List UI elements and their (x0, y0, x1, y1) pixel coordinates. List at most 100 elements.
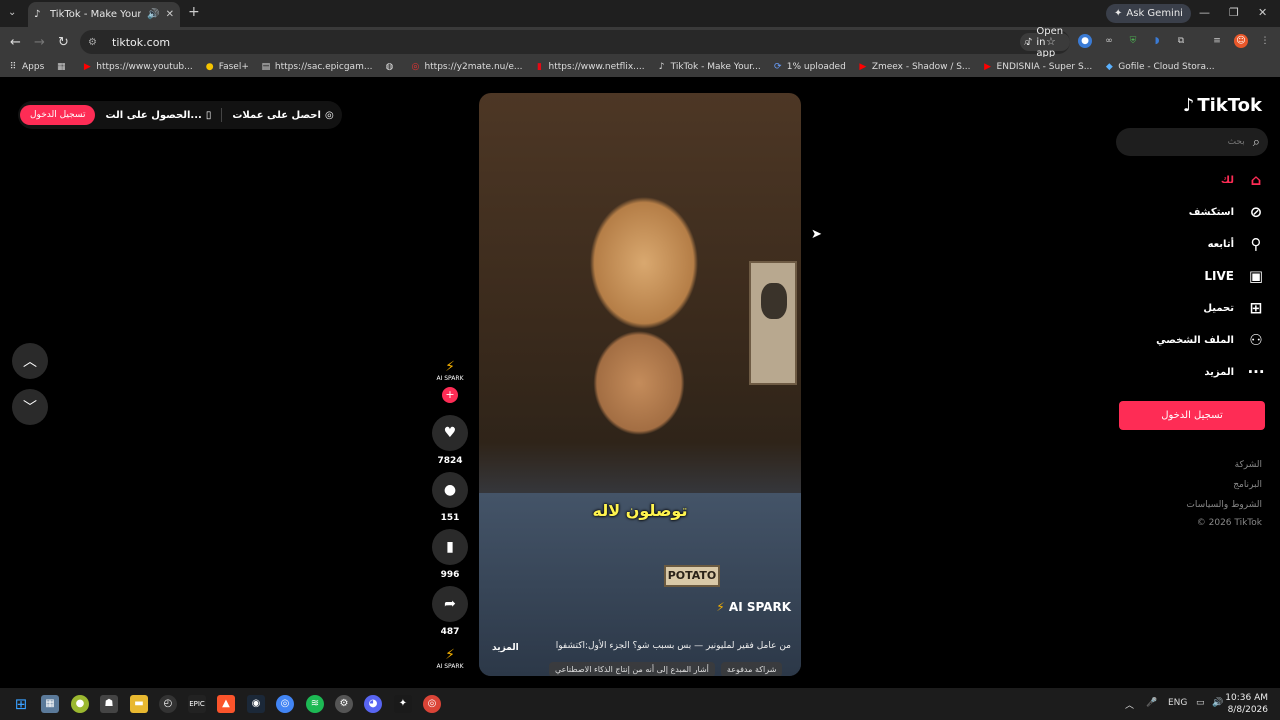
extension-2-icon[interactable]: ∞ (1102, 34, 1116, 48)
bookmarks-bar: ⠿ Apps ▦ ▶ https://www.youtub... ● Fasel+ ▤… (0, 57, 1280, 77)
bookmark-item[interactable]: ◍ (384, 62, 398, 72)
microphone-icon[interactable]: 🎤 (1146, 698, 1157, 708)
tab-search-icon[interactable]: ⌄ (8, 7, 16, 18)
chrome-icon[interactable]: ◎ (276, 695, 294, 713)
netflix-icon: ▮ (537, 62, 542, 72)
share-button[interactable]: ➦ 487 (432, 586, 468, 637)
profile-icon: ⚇ (1249, 331, 1263, 349)
video-author[interactable]: ⚡ AI SPARK (716, 600, 791, 614)
bookmark-item[interactable]: ♪ TikTok - Make Your... (657, 62, 761, 72)
clock-app-icon[interactable]: ◴ (159, 695, 177, 713)
game-icon[interactable]: ☗ (100, 695, 118, 713)
apps-grid-icon: ⠿ (9, 62, 17, 72)
bookmark-item[interactable]: ◎ https://y2mate.nu/e... (410, 62, 523, 72)
bookmark-item[interactable]: ⠿ Apps (8, 62, 45, 72)
footer-terms-link[interactable]: الشروط والسياسات (1186, 500, 1262, 510)
forward-icon[interactable]: → (34, 35, 45, 50)
tiktok-logo[interactable]: ♪ TikTok (1183, 95, 1262, 116)
next-video-button[interactable]: ﹀ (12, 389, 48, 425)
follow-plus-button[interactable]: + (442, 387, 458, 403)
game-icon[interactable]: ✦ (394, 695, 412, 713)
bookmark-item[interactable]: ▶ https://www.youtub... (82, 62, 193, 72)
search-input[interactable]: بحث ⌕ (1116, 128, 1268, 156)
reload-icon[interactable]: ↻ (58, 35, 69, 50)
epic-games-icon[interactable]: EPIC (188, 695, 206, 713)
previous-video-button[interactable]: ︿ (12, 343, 48, 379)
chrome-icon[interactable]: ◎ (423, 695, 441, 713)
windows-start-icon[interactable]: ⊞ (12, 695, 30, 713)
sidebar-item-more[interactable]: المزيد ··· (1204, 363, 1266, 381)
zoom-icon[interactable]: ⌕ (1024, 35, 1030, 49)
app-icon[interactable]: ● (71, 695, 89, 713)
bookmark-item[interactable]: ▶ ENDISNIA - Super S... (983, 62, 1092, 72)
sidebar-item-for-you[interactable]: لك ⌂ (1221, 171, 1266, 189)
footer-company-link[interactable]: الشركة (1235, 460, 1262, 470)
bookmark-label: Apps (22, 62, 45, 72)
bookmark-star-icon[interactable]: ☆ (1046, 35, 1056, 48)
taskbar-clock[interactable]: 10:36 AM 8/8/2026 (1225, 692, 1268, 716)
sidebar-item-explore[interactable]: استكشف ⊘ (1189, 203, 1266, 221)
bookmark-item[interactable]: ▮ https://www.netflix.... (535, 62, 645, 72)
discord-icon[interactable]: ◕ (364, 695, 382, 713)
get-coins-label: احصل على عملات (232, 109, 321, 121)
close-tab-icon[interactable]: ✕ (166, 9, 174, 20)
ai-generated-tag[interactable]: أشار المبدع إلى أنه من إنتاج الذكاء الاص… (549, 662, 715, 676)
app-icon[interactable]: ⚙ (335, 695, 353, 713)
bookmark-item[interactable]: ▦ (56, 62, 70, 72)
top-action-bar: تسجيل الدخول الحصول على الت... ▯ احصل على… (18, 101, 342, 129)
comment-button[interactable]: ● 151 (432, 472, 468, 523)
get-app-button[interactable]: الحصول على الت... ▯ (105, 110, 211, 121)
restore-icon[interactable]: ❐ (1229, 6, 1239, 19)
divider (221, 108, 223, 122)
brave-icon[interactable]: ▲ (217, 695, 235, 713)
sidebar-item-following[interactable]: أتابعه ⚲ (1208, 235, 1266, 253)
extensions-puzzle-icon[interactable]: ⧉ (1174, 34, 1188, 48)
spotify-icon[interactable]: ≋ (306, 695, 324, 713)
sound-disc[interactable]: ⚡ AI SPARK (434, 647, 466, 679)
gofile-icon: ◆ (1105, 62, 1113, 72)
bookmark-item[interactable]: ⟳ 1% uploaded (773, 62, 846, 72)
browser-menu-icon[interactable]: ⋮ (1258, 34, 1272, 48)
ask-gemini-button[interactable]: ✦ Ask Gemini (1106, 4, 1191, 23)
get-coins-button[interactable]: احصل على عملات ◎ (232, 110, 333, 121)
file-explorer-icon[interactable]: ▬ (130, 695, 148, 713)
extension-1-icon[interactable]: ● (1078, 34, 1092, 48)
caption-more-link[interactable]: المزيد (492, 643, 519, 653)
steam-icon[interactable]: ◉ (247, 695, 265, 713)
volume-icon[interactable]: 🔊 (1212, 698, 1223, 708)
avatar[interactable]: ☺ (1234, 34, 1248, 48)
bookmark-item[interactable]: ▤ https://sac.epicgam... (261, 62, 373, 72)
sidebar-login-button[interactable]: تسجيل الدخول (1119, 401, 1265, 430)
close-window-icon[interactable]: ✕ (1258, 6, 1267, 19)
media-icon[interactable]: ≡ (1210, 34, 1224, 48)
shield-extension-icon[interactable]: ⛨ (1126, 34, 1140, 48)
search-icon: ⌕ (1252, 134, 1260, 150)
heart-icon: ♥ (432, 415, 468, 451)
bookmark-item[interactable]: ● Fasel+ (205, 62, 249, 72)
bookmark-item[interactable]: ◆ Gofile - Cloud Stora... (1104, 62, 1215, 72)
save-button[interactable]: ▮ 996 (432, 529, 468, 580)
like-button[interactable]: ♥ 7824 (432, 415, 468, 466)
back-icon[interactable]: ← (10, 35, 21, 50)
browser-tab[interactable]: ♪ TikTok - Make Your Day 🔊 ✕ (28, 2, 180, 27)
app-icon[interactable]: ▦ (41, 695, 59, 713)
footer-program-link[interactable]: البرنامج (1233, 480, 1262, 490)
sidebar-item-label: استكشف (1188, 206, 1234, 218)
paid-partnership-tag[interactable]: شراكة مدفوعة (720, 662, 783, 676)
sidebar-item-label: الملف الشخصي (1156, 334, 1234, 346)
top-login-button[interactable]: تسجيل الدخول (20, 105, 96, 125)
sidebar-item-upload[interactable]: تحميل ⊞ (1203, 299, 1266, 317)
bookmark-item[interactable]: ▶ Zmeex - Shadow / S... (858, 62, 970, 72)
site-info-icon[interactable]: ⚙ (88, 37, 100, 48)
language-indicator[interactable]: ENG (1168, 698, 1187, 708)
sidebar-item-profile[interactable]: الملف الشخصي ⚇ (1156, 331, 1266, 349)
audio-icon[interactable]: 🔊 (147, 9, 159, 20)
tray-chevron-icon[interactable]: ︿ (1125, 698, 1134, 711)
new-tab-icon[interactable]: + (188, 4, 200, 20)
sidebar-item-live[interactable]: LIVE ▣ (1204, 267, 1266, 285)
network-icon[interactable]: ▭ (1196, 698, 1205, 708)
minimize-icon[interactable]: — (1199, 6, 1210, 19)
url-input[interactable]: ⚙ tiktok.com ♪ Open in app ⌕ ☆ (80, 26, 1070, 59)
extension-3-icon[interactable]: ◗ (1150, 34, 1164, 48)
video-player[interactable]: POTATO توصلون لاله ⚡ AI SPARK من عامل فق… (479, 93, 801, 676)
